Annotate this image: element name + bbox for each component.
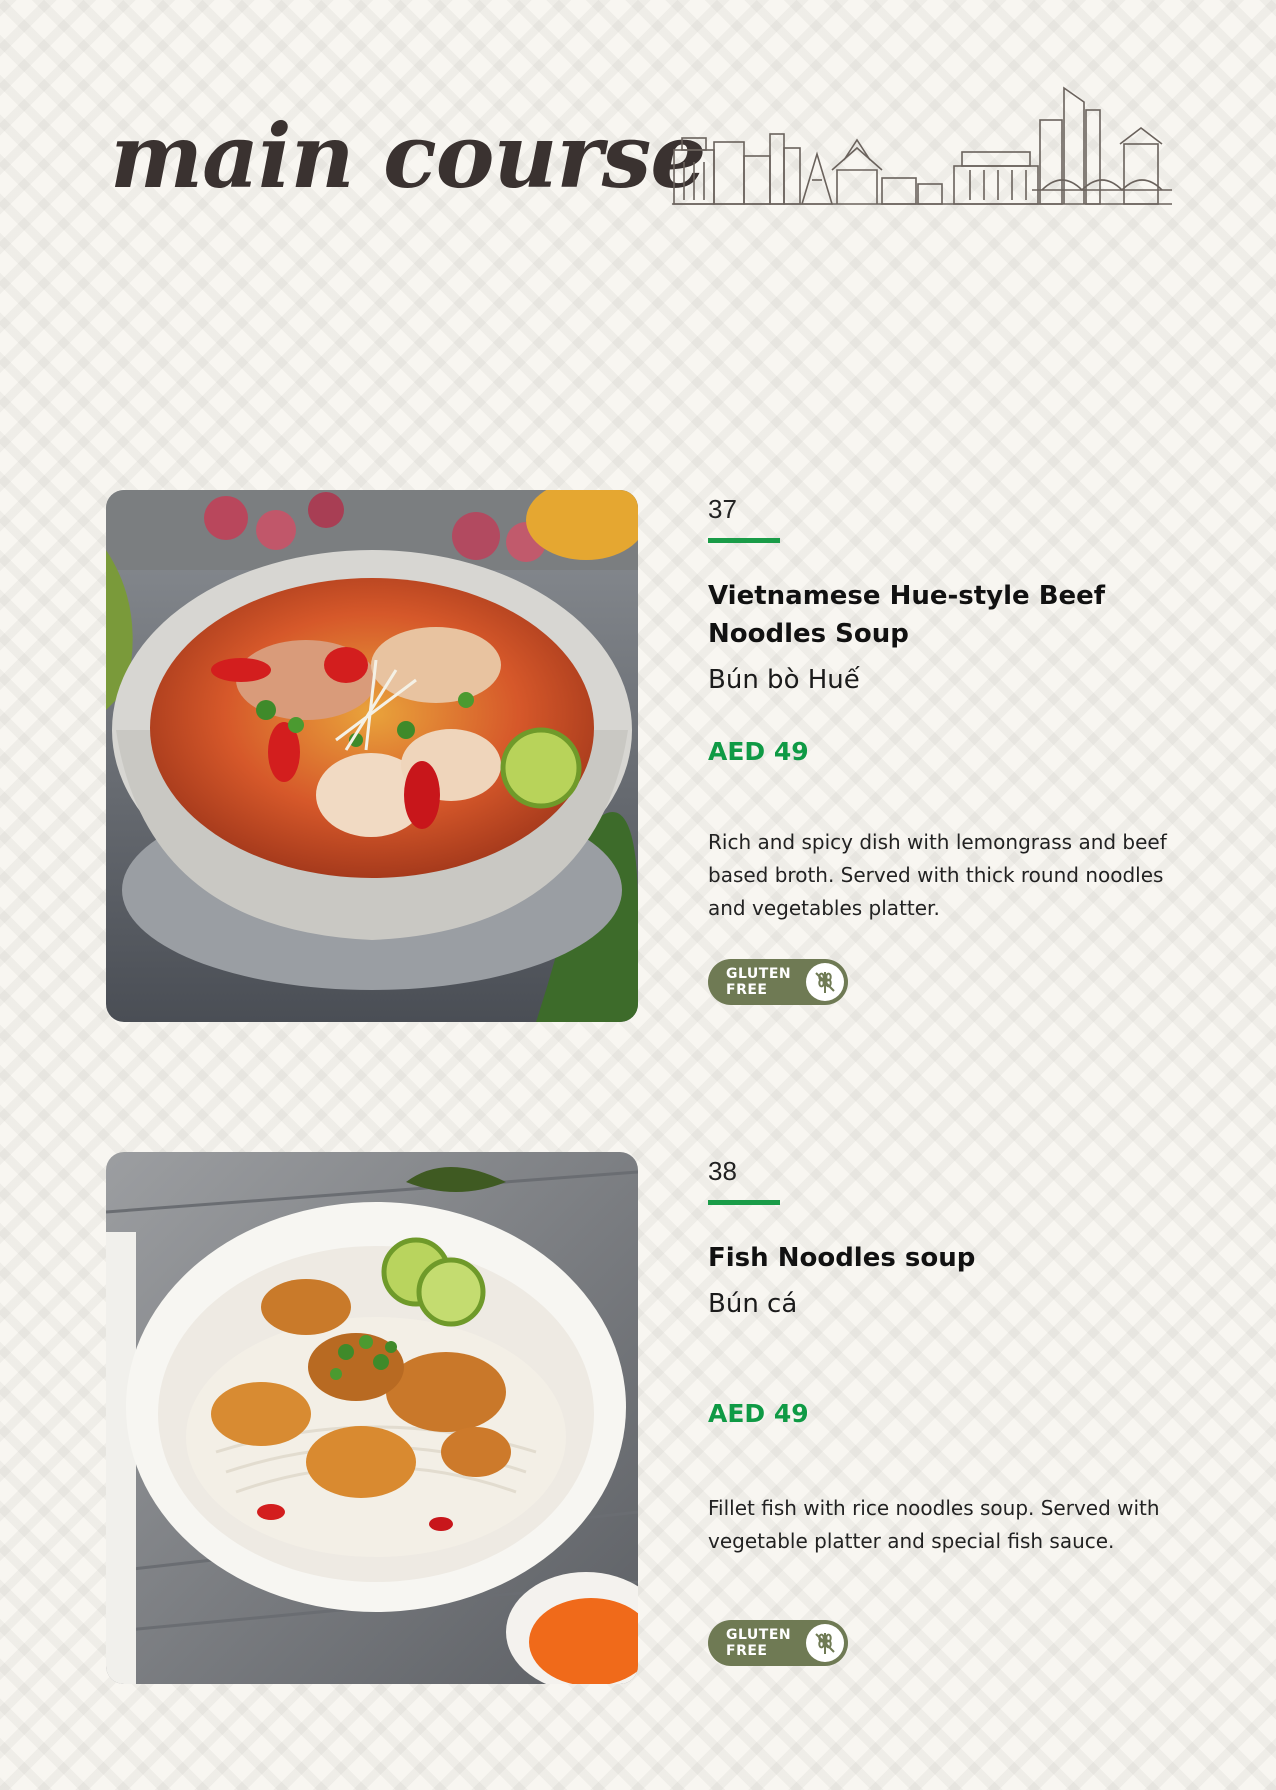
accent-divider bbox=[708, 1200, 780, 1205]
dish-price: AED 49 bbox=[708, 1399, 809, 1428]
badge-label: GLUTEN FREE bbox=[726, 1627, 792, 1659]
wheat-crossed-icon bbox=[806, 1624, 844, 1662]
item-number: 38 bbox=[708, 1156, 737, 1186]
dish-price: AED 49 bbox=[708, 737, 809, 766]
city-skyline-illustration bbox=[672, 86, 1172, 205]
accent-divider bbox=[708, 538, 780, 543]
beef-noodle-soup-photo bbox=[106, 490, 638, 1022]
dish-description: Rich and spicy dish with lemongrass and … bbox=[708, 830, 1167, 920]
item-number: 37 bbox=[708, 494, 737, 524]
wheat-crossed-icon bbox=[806, 963, 844, 1001]
dish-name: Fish Noodles soup bbox=[708, 1243, 976, 1273]
gluten-free-badge: GLUTEN FREE bbox=[708, 1620, 848, 1666]
gluten-free-badge: GLUTEN FREE bbox=[708, 959, 848, 1005]
dish-name: Vietnamese Hue-style Beef Noodles Soup bbox=[708, 581, 1106, 649]
menu-page: main course 37 Vietnamese Hue-style Beef… bbox=[0, 0, 1276, 1790]
dish-local-name: Bún bò Huế bbox=[708, 665, 860, 695]
dish-description: Fillet fish with rice noodles soup. Serv… bbox=[708, 1496, 1160, 1553]
menu-item-details: 38 Fish Noodles soup Bún cá AED 49 Fille… bbox=[708, 1152, 1188, 1666]
fish-noodle-soup-photo bbox=[106, 1152, 638, 1684]
dish-local-name: Bún cá bbox=[708, 1289, 798, 1319]
page-title: main course bbox=[110, 104, 706, 208]
badge-label: GLUTEN FREE bbox=[726, 966, 792, 998]
menu-item-details: 37 Vietnamese Hue-style Beef Noodles Sou… bbox=[708, 490, 1188, 1005]
